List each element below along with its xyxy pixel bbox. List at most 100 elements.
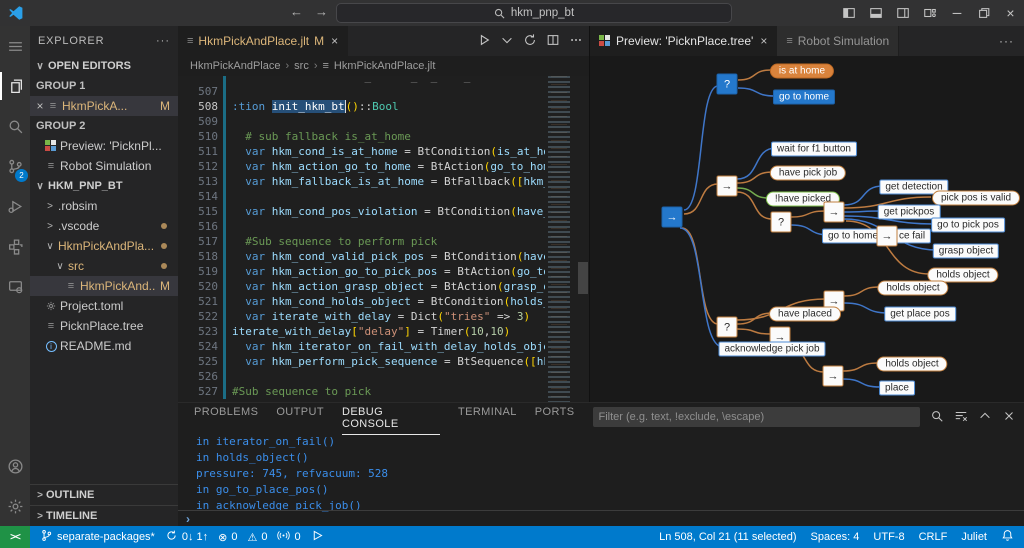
sidebar-item-group-1[interactable]: GROUP 1	[30, 76, 178, 96]
behavior-tree-canvas[interactable]: →?is at homego to home→wait for f1 butto…	[590, 56, 1024, 402]
sidebar-item-hkmpickandpla-[interactable]: ∨HkmPickAndPla...	[30, 236, 178, 256]
activity-menu-icon[interactable]	[0, 26, 30, 66]
close-icon[interactable]: ×	[760, 34, 767, 48]
layout-panel-icon[interactable]	[862, 0, 889, 26]
panel-tab-debug-console[interactable]: DEBUG CONSOLE	[342, 400, 440, 435]
remote-indicator[interactable]: ><	[0, 526, 30, 548]
filter-input[interactable]	[599, 411, 915, 423]
tree-node-get-place-pos[interactable]: get place pos	[884, 307, 956, 322]
tree-node-go-home-2[interactable]: go to home	[822, 229, 884, 244]
sidebar-item-src[interactable]: ∨src	[30, 256, 178, 276]
close-icon[interactable]	[1002, 409, 1016, 426]
panel-tab-ports[interactable]: PORTS	[535, 400, 575, 435]
status-debug-alt-item[interactable]	[311, 529, 324, 545]
run-icon[interactable]	[477, 33, 491, 50]
tree-node-seq-fail[interactable]: →	[877, 226, 898, 247]
activity-extensions-icon[interactable]	[0, 226, 30, 266]
activity-source-control-icon[interactable]: 2	[0, 146, 30, 186]
tree-node-holds-object-b[interactable]: holds object	[876, 357, 947, 372]
tree-node-place[interactable]: place	[879, 381, 915, 396]
sidebar-section-open-editors[interactable]: ∨OPEN EDITORS	[30, 56, 178, 76]
breadcrumb-part[interactable]: src	[294, 60, 309, 72]
nav-back-icon[interactable]: ←	[290, 4, 303, 19]
minimize-icon[interactable]	[943, 0, 970, 26]
tree-node-seq-drop[interactable]: →	[823, 366, 844, 387]
more-icon[interactable]	[569, 33, 583, 50]
tree-node-seq-main[interactable]: →	[717, 176, 738, 197]
tree-node-have-pick-job[interactable]: have pick job	[770, 166, 846, 181]
minimap[interactable]	[545, 76, 577, 402]
status-error-item[interactable]: ⊗0	[218, 531, 237, 544]
code-editor[interactable]: _ _ _ _507508:tion init_hkm_bt()::Bool50…	[178, 76, 589, 402]
chevron-down-icon[interactable]	[500, 33, 514, 50]
tab-robot-simulation[interactable]: ≡Robot Simulation	[777, 26, 899, 56]
tree-node-have-placed[interactable]: have placed	[769, 307, 841, 322]
activity-account-icon[interactable]	[0, 446, 30, 486]
console-filter[interactable]	[593, 407, 921, 427]
activity-run-debug-icon[interactable]	[0, 186, 30, 226]
status-right-item[interactable]: UTF-8	[873, 531, 904, 543]
chevron-up-icon[interactable]	[978, 409, 992, 426]
tree-node-wait-f1[interactable]: wait for f1 button	[771, 142, 857, 157]
status-branch-item[interactable]: separate-packages*	[40, 529, 155, 545]
sidebar-section-hkm-pnp-bt[interactable]: ∨HKM_PNP_BT	[30, 176, 178, 196]
sidebar-item-preview-picknpl-[interactable]: Preview: 'PicknPl...	[30, 136, 178, 156]
sidebar-item-picknplace-tree[interactable]: ≡PicknPlace.tree	[30, 316, 178, 336]
sidebar-item-hkmpicka-[interactable]: ×≡HkmPickA...M	[30, 96, 178, 116]
activity-remote-explorer-icon[interactable]	[0, 266, 30, 306]
status-right-item[interactable]: Spaces: 4	[810, 531, 859, 543]
tab-hkmpickandplace[interactable]: ≡ HkmPickAndPlace.jlt M ×	[178, 26, 348, 56]
tree-node-go-to-home-active[interactable]: go to home	[773, 90, 835, 105]
panel-tab-terminal[interactable]: TERMINAL	[458, 400, 517, 435]
status-warning-item[interactable]: ⚠0	[247, 531, 267, 544]
sidebar-section-timeline[interactable]: >TIMELINE	[30, 505, 178, 526]
sidebar-item-project-toml[interactable]: Project.toml	[30, 296, 178, 316]
tree-node-acknowledge[interactable]: acknowledge pick job	[718, 342, 825, 357]
tree-node-pick-pos-valid[interactable]: pick pos is valid	[932, 191, 1020, 206]
sync-file-icon[interactable]	[523, 33, 537, 50]
scrollbar-thumb[interactable]	[578, 262, 588, 294]
layout-custom-icon[interactable]	[916, 0, 943, 26]
close-icon[interactable]: ×	[331, 34, 338, 48]
sidebar-item-hkmpickand-[interactable]: ≡HkmPickAnd...M	[30, 276, 178, 296]
status-right-item[interactable]: Ln 508, Col 21 (11 selected)	[659, 531, 796, 543]
sidebar-item-robot-simulation[interactable]: ≡Robot Simulation	[30, 156, 178, 176]
status-right-item[interactable]: Juliet	[961, 531, 987, 543]
restore-icon[interactable]	[970, 0, 997, 26]
tree-node-go-to-pick-pos[interactable]: go to pick pos	[931, 218, 1005, 233]
search-icon[interactable]	[930, 409, 944, 426]
close-icon[interactable]: ×	[34, 99, 46, 113]
command-center-search[interactable]: hkm_pnp_bt	[336, 3, 732, 23]
tab-preview-picknplace-tree-[interactable]: Preview: 'PicknPlace.tree'×	[590, 26, 777, 56]
tree-node-is-at-home[interactable]: is at home	[770, 64, 834, 79]
sidebar-item--robsim[interactable]: >.robsim	[30, 196, 178, 216]
nav-forward-icon[interactable]: →	[315, 4, 328, 19]
layout-sidebar-left-icon[interactable]	[835, 0, 862, 26]
breadcrumb-part[interactable]: HkmPickAndPlace	[190, 60, 280, 72]
debug-console-output[interactable]: in iterator_on_fail()in holds_object()pr…	[178, 431, 1024, 514]
close-icon[interactable]: ×	[997, 0, 1024, 26]
console-prompt[interactable]: ›	[178, 510, 1024, 526]
sidebar-more-icon[interactable]: ···	[156, 35, 170, 47]
sidebar-item-readme-md[interactable]: iREADME.md	[30, 336, 178, 356]
tree-node-grasp-object[interactable]: grasp object	[933, 244, 999, 259]
layout-sidebar-right-icon[interactable]	[889, 0, 916, 26]
status-right-item[interactable]: CRLF	[919, 531, 948, 543]
activity-search-icon[interactable]	[0, 106, 30, 146]
status-broadcast-item[interactable]: 0	[277, 529, 300, 545]
editor-scrollbar[interactable]	[577, 76, 589, 402]
tree-node-q-pick[interactable]: ?	[771, 212, 792, 233]
panel-tab-output[interactable]: OUTPUT	[276, 400, 324, 435]
tree-node-q-place[interactable]: ?	[717, 317, 738, 338]
filter-list-icon[interactable]	[954, 409, 968, 426]
tree-node-root[interactable]: →	[662, 207, 683, 228]
status-bell-item[interactable]	[1001, 529, 1014, 545]
tree-node-seq-pick[interactable]: →	[824, 202, 845, 223]
sidebar-item-group-2[interactable]: GROUP 2	[30, 116, 178, 136]
panel-tab-problems[interactable]: PROBLEMS	[194, 400, 258, 435]
split-icon[interactable]	[546, 33, 560, 50]
breadcrumb-file[interactable]: HkmPickAndPlace.jlt	[334, 60, 435, 72]
sidebar-section-outline[interactable]: >OUTLINE	[30, 484, 178, 505]
activity-settings-icon[interactable]	[0, 486, 30, 526]
tree-node-announce-fail[interactable]: ce fail	[893, 229, 931, 244]
